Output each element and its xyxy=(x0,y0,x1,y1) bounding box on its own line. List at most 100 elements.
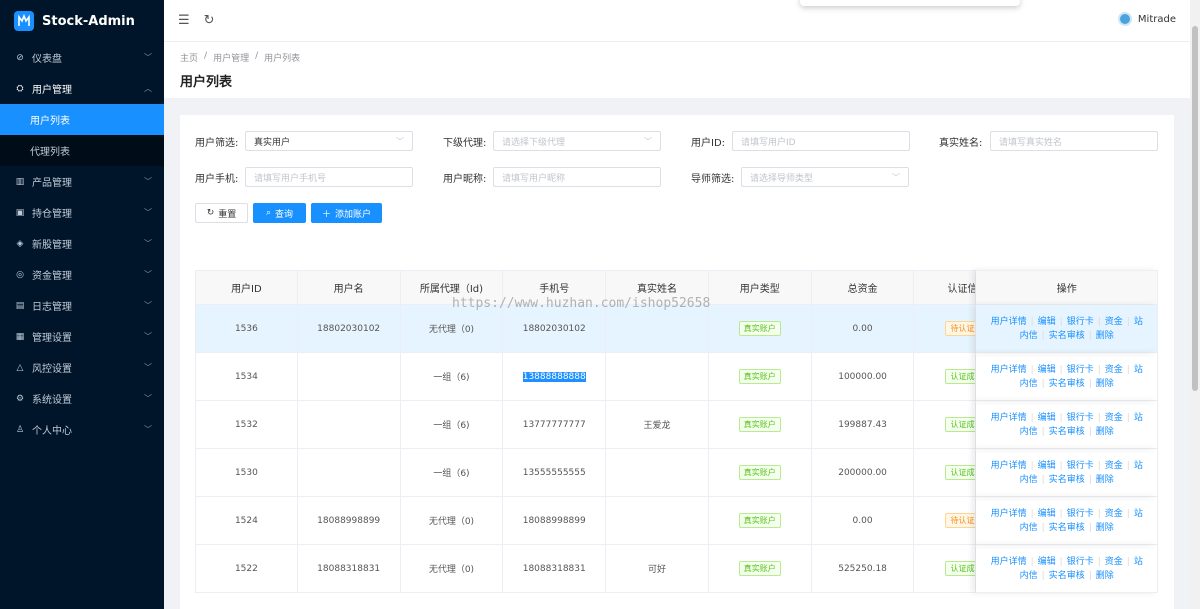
action-link[interactable]: 编辑 xyxy=(1038,413,1056,423)
action-link[interactable]: 内信 xyxy=(1020,427,1038,437)
cell-user-id: 1536 xyxy=(195,305,298,353)
money-icon: ◎ xyxy=(16,269,24,280)
action-link[interactable]: 银行卡 xyxy=(1067,461,1094,471)
user-menu[interactable]: Mitrade xyxy=(1117,12,1176,26)
action-link[interactable]: 用户详情 xyxy=(991,461,1027,471)
action-link[interactable]: 实名审核 xyxy=(1049,475,1085,485)
user-type-tag: 真实账户 xyxy=(738,369,781,384)
table-row[interactable]: 1536 18802030102 无代理（0) 18802030102 真实账户 0.00… xyxy=(195,305,1159,353)
divider: | xyxy=(1041,522,1045,533)
action-link[interactable]: 银行卡 xyxy=(1067,413,1094,423)
table-row[interactable]: 1532 一组（6) 13777777777 王爱龙 真实账户 199887.43 认证成功… xyxy=(195,401,1159,449)
action-link[interactable]: 站 xyxy=(1134,317,1143,327)
breadcrumb-home[interactable]: 主页 xyxy=(180,51,198,64)
action-link[interactable]: 站 xyxy=(1134,557,1143,567)
action-link[interactable]: 资金 xyxy=(1105,413,1123,423)
action-link[interactable]: 用户详情 xyxy=(991,413,1027,423)
divider: | xyxy=(1126,556,1130,567)
action-link[interactable]: 删除 xyxy=(1096,331,1114,341)
action-link[interactable]: 实名审核 xyxy=(1049,571,1085,581)
action-link[interactable]: 删除 xyxy=(1096,475,1114,485)
action-link[interactable]: 删除 xyxy=(1096,571,1114,581)
action-link[interactable]: 资金 xyxy=(1105,365,1123,375)
action-link[interactable]: 编辑 xyxy=(1038,317,1056,327)
action-link[interactable]: 内信 xyxy=(1020,331,1038,341)
action-link[interactable]: 实名审核 xyxy=(1049,427,1085,437)
action-link[interactable]: 用户详情 xyxy=(991,557,1027,567)
sidebar-item[interactable]: ♙ 个人中心 ﹀ xyxy=(0,414,164,445)
add-account-button[interactable]: ＋ 添加账户 xyxy=(311,203,382,223)
action-link[interactable]: 实名审核 xyxy=(1049,331,1085,341)
action-link[interactable]: 资金 xyxy=(1105,509,1123,519)
action-link[interactable]: 内信 xyxy=(1020,571,1038,581)
table-row[interactable]: 1522 18088318831 无代理（0) 18088318831 可好 真实账户 52… xyxy=(195,545,1159,593)
divider: | xyxy=(1097,316,1101,327)
reset-button[interactable]: ↻ 重置 xyxy=(195,203,248,223)
action-link[interactable]: 删除 xyxy=(1096,427,1114,437)
refresh-icon[interactable]: ↻ xyxy=(204,13,215,28)
action-link[interactable]: 资金 xyxy=(1105,461,1123,471)
action-link[interactable]: 站 xyxy=(1134,413,1143,423)
page-scrollbar[interactable] xyxy=(1190,0,1200,609)
user-phone-input[interactable]: 请填写用户手机号 xyxy=(245,167,413,187)
sidebar-item[interactable]: ⛭ 用户管理 ︿ xyxy=(0,73,164,104)
sidebar-item[interactable]: ⊘ 仪表盘 ﹀ xyxy=(0,42,164,73)
breadcrumb-user-management[interactable]: 用户管理 xyxy=(213,51,249,64)
action-link[interactable]: 实名审核 xyxy=(1049,523,1085,533)
action-link[interactable]: 内信 xyxy=(1020,475,1038,485)
sidebar-item[interactable]: ▦ 管理设置 ﹀ xyxy=(0,321,164,352)
action-link[interactable]: 用户详情 xyxy=(991,509,1027,519)
action-link[interactable]: 资金 xyxy=(1105,317,1123,327)
table-row[interactable]: 1524 18088998899 无代理（0) 18088998899 真实账户 0.00… xyxy=(195,497,1159,545)
sidebar-item-label: 资金管理 xyxy=(32,271,72,282)
sidebar-subitem[interactable]: 用户列表 xyxy=(0,104,164,135)
action-link[interactable]: 内信 xyxy=(1020,379,1038,389)
sidebar-item[interactable]: ▥ 产品管理 ﹀ xyxy=(0,166,164,197)
cell-user-id: 1530 xyxy=(195,449,298,497)
sidebar-item[interactable]: ◈ 新股管理 ﹀ xyxy=(0,228,164,259)
action-link[interactable]: 编辑 xyxy=(1038,509,1056,519)
brand[interactable]: Stock-Admin xyxy=(0,0,164,42)
action-link[interactable]: 实名审核 xyxy=(1049,379,1085,389)
column-header: 用户名 xyxy=(297,270,401,305)
action-link[interactable]: 站 xyxy=(1134,365,1143,375)
action-link[interactable]: 银行卡 xyxy=(1067,509,1094,519)
actions-line: 用户详情 | 编辑 | 银行卡 | 资金 | 站 xyxy=(991,363,1143,377)
sidebar-item[interactable]: ◎ 资金管理 ﹀ xyxy=(0,259,164,290)
sidebar-item[interactable]: ⚙ 系统设置 ﹀ xyxy=(0,383,164,414)
action-link[interactable]: 站 xyxy=(1134,461,1143,471)
user-id-input[interactable]: 请填写用户ID xyxy=(732,131,910,151)
scrollbar-thumb[interactable] xyxy=(1192,26,1198,391)
action-link[interactable]: 用户详情 xyxy=(991,317,1027,327)
table-row[interactable]: 1530 一组（6) 13555555555 真实账户 200000.00 认证成功 用户详… xyxy=(195,449,1159,497)
sub-agent-select[interactable]: 请选择下级代理 ﹀ xyxy=(493,131,661,151)
cell-agent: 无代理（0) xyxy=(400,305,504,353)
table-row[interactable]: 1534 一组（6) 13888888888 真实账户 100000.00 认证成功 用户详… xyxy=(195,353,1159,401)
action-link[interactable]: 站 xyxy=(1134,509,1143,519)
nickname-input[interactable]: 请填写用户昵称 xyxy=(493,167,661,187)
sidebar-item[interactable]: ▣ 持仓管理 ﹀ xyxy=(0,197,164,228)
action-link[interactable]: 银行卡 xyxy=(1067,557,1094,567)
action-link[interactable]: 银行卡 xyxy=(1067,365,1094,375)
sidebar-item[interactable]: △ 风控设置 ﹀ xyxy=(0,352,164,383)
action-link[interactable]: 内信 xyxy=(1020,523,1038,533)
action-link[interactable]: 编辑 xyxy=(1038,557,1056,567)
collapse-menu-icon[interactable]: ☰ xyxy=(178,13,190,28)
action-link[interactable]: 删除 xyxy=(1096,523,1114,533)
action-link[interactable]: 资金 xyxy=(1105,557,1123,567)
sidebar-submenu: 用户列表 代理列表 xyxy=(0,104,164,166)
action-link[interactable]: 删除 xyxy=(1096,379,1114,389)
divider: | xyxy=(1126,364,1130,375)
action-link[interactable]: 编辑 xyxy=(1038,461,1056,471)
sidebar-item[interactable]: ▤ 日志管理 ﹀ xyxy=(0,290,164,321)
chevron-down-icon: ﹀ xyxy=(144,53,152,62)
mentor-select[interactable]: 请选择导师类型 ﹀ xyxy=(741,167,909,187)
action-link[interactable]: 用户详情 xyxy=(991,365,1027,375)
user-type-select[interactable]: 真实用户 ﹀ xyxy=(245,131,413,151)
query-button[interactable]: ⌕ 查询 xyxy=(253,203,306,223)
real-name-input[interactable]: 请填写真实姓名 xyxy=(990,131,1158,151)
sidebar-subitem[interactable]: 代理列表 xyxy=(0,135,164,166)
person-icon: ♙ xyxy=(15,424,25,435)
action-link[interactable]: 银行卡 xyxy=(1067,317,1094,327)
action-link[interactable]: 编辑 xyxy=(1038,365,1056,375)
